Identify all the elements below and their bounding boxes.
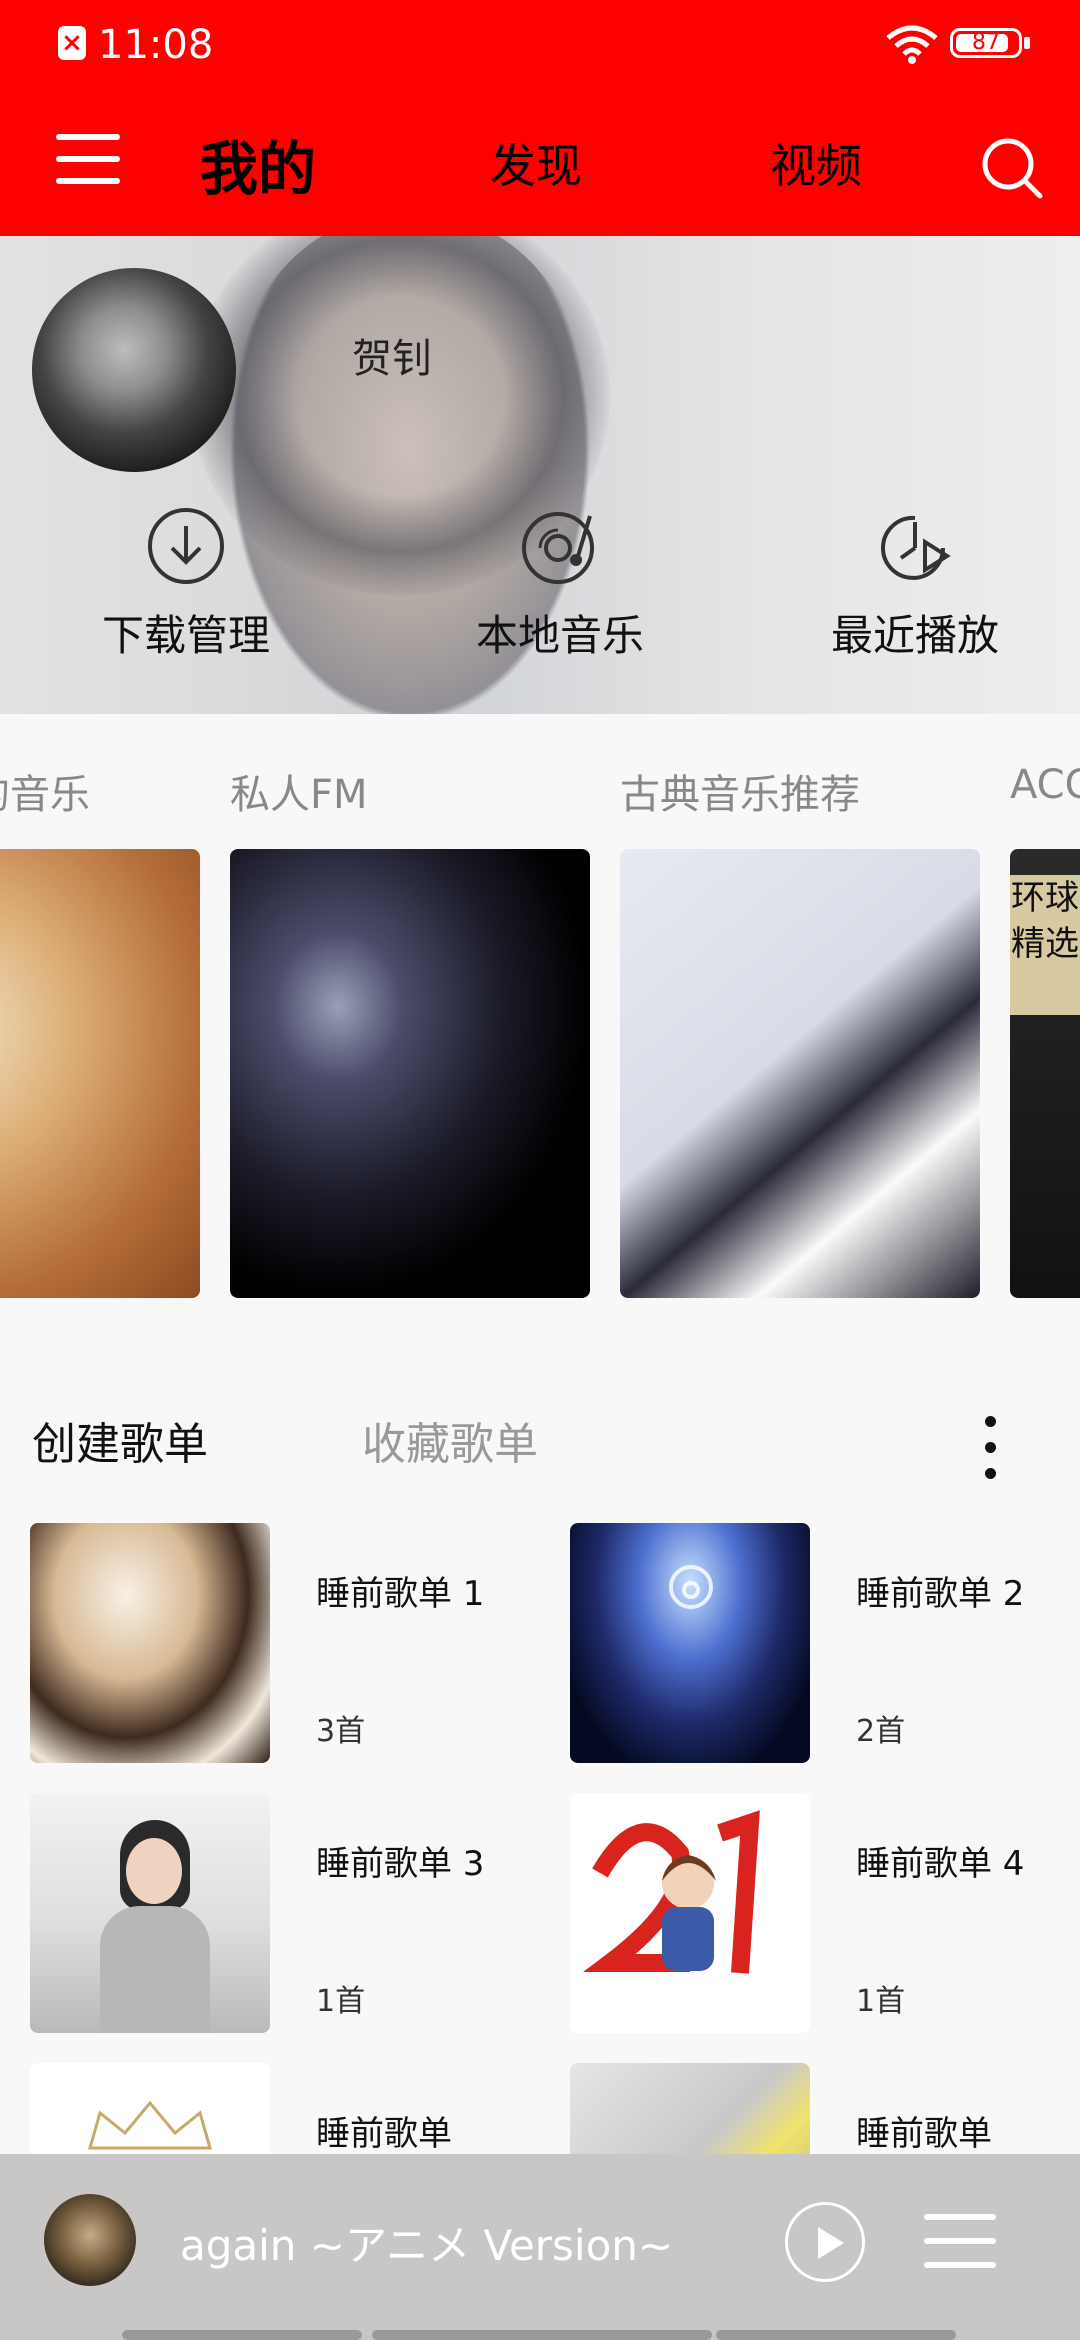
recommend-card-classical[interactable] xyxy=(620,849,980,1298)
recommend-label-2[interactable]: 私人FM xyxy=(230,762,368,820)
playlist-name-5[interactable]: 睡前歌单 xyxy=(316,2112,496,2156)
playlist-name-6[interactable]: 睡前歌单 xyxy=(856,2112,1036,2156)
playlist-cover-2[interactable] xyxy=(570,1523,810,1763)
username[interactable]: 贺钊 xyxy=(352,326,432,384)
download-icon xyxy=(148,508,224,584)
tab-video[interactable]: 视频 xyxy=(770,130,862,196)
cover-4-artwork xyxy=(583,1810,760,1974)
nav-bar-segment-3 xyxy=(716,2330,956,2340)
nav-bar-segment-2 xyxy=(372,2330,712,2340)
now-playing-cover[interactable] xyxy=(44,2194,136,2286)
search-icon[interactable] xyxy=(980,136,1044,200)
recommend-label-1[interactable]: 的音乐 xyxy=(0,762,90,820)
recommend-card-private-fm[interactable] xyxy=(230,849,590,1298)
playlist-queue-icon[interactable] xyxy=(924,2214,996,2268)
history-play-icon xyxy=(881,515,951,580)
status-time: 11:08 xyxy=(98,22,214,68)
recent-play-button[interactable]: 最近播放 xyxy=(795,504,1035,663)
playlist-name-3[interactable]: 睡前歌单 3 xyxy=(316,1842,496,1886)
cover-3-figure-face xyxy=(126,1838,182,1904)
tab-discover[interactable]: 发现 xyxy=(490,130,582,196)
notification-alert-icon: × xyxy=(58,26,86,60)
local-music-button[interactable]: 本地音乐 xyxy=(440,504,680,663)
playlist-cover-4[interactable] xyxy=(570,1793,810,2033)
crown-emblem-icon xyxy=(88,2100,212,2150)
now-playing-title[interactable]: again ~アニメ Version~ xyxy=(180,2212,673,2273)
wifi-icon xyxy=(886,25,938,64)
playlist-count-2: 2首 xyxy=(856,1714,906,1749)
avatar[interactable] xyxy=(32,268,236,472)
more-options-icon[interactable] xyxy=(980,1416,1000,1480)
playlist-name-4[interactable]: 睡前歌单 4 xyxy=(856,1842,1036,1886)
playlist-count-1: 3首 xyxy=(316,1714,366,1749)
recommend-card-acg-text: 环球精选 xyxy=(1010,875,1080,1015)
download-manager-button[interactable]: 下载管理 xyxy=(66,504,306,663)
recent-play-label: 最近播放 xyxy=(830,611,999,660)
battery-percent: 87 xyxy=(972,30,1000,55)
local-music-label: 本地音乐 xyxy=(475,611,644,660)
hamburger-menu-icon[interactable] xyxy=(56,134,120,184)
tab-mine[interactable]: 我的 xyxy=(200,122,316,206)
playlist-count-4: 1首 xyxy=(856,1984,906,2019)
recommend-card-1[interactable] xyxy=(0,849,200,1298)
battery-icon: 87 xyxy=(950,28,1022,58)
music-app-logo-icon xyxy=(669,1565,713,1609)
playlist-name-2[interactable]: 睡前歌单 2 xyxy=(856,1572,1036,1616)
recommend-label-4[interactable]: ACG xyxy=(1010,762,1080,808)
playlist-name-1[interactable]: 睡前歌单 1 xyxy=(316,1572,496,1616)
recommend-label-3[interactable]: 古典音乐推荐 xyxy=(620,762,860,820)
battery-cap xyxy=(1024,37,1030,49)
nav-bar-segment-1 xyxy=(122,2330,362,2340)
cover-3-figure-body xyxy=(100,1906,210,2033)
play-icon[interactable] xyxy=(785,2202,865,2282)
vinyl-note-icon xyxy=(522,512,594,584)
playlist-count-3: 1首 xyxy=(316,1984,366,2019)
tab-created-playlists[interactable]: 创建歌单 xyxy=(32,1408,208,1472)
tab-favorited-playlists[interactable]: 收藏歌单 xyxy=(362,1408,538,1472)
playlist-cover-1[interactable] xyxy=(30,1523,270,1763)
download-manager-label: 下载管理 xyxy=(101,611,270,660)
